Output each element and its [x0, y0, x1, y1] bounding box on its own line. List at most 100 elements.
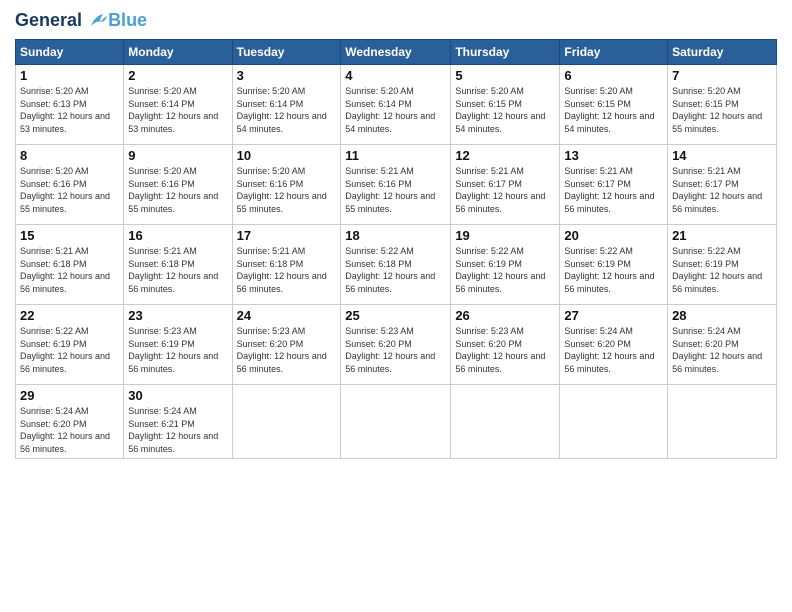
col-header-sunday: Sunday — [16, 40, 124, 65]
day-number: 20 — [564, 228, 663, 243]
logo: General Blue — [15, 10, 147, 31]
day-info: Sunrise: 5:21 AM Sunset: 6:17 PM Dayligh… — [672, 165, 772, 215]
day-number: 19 — [455, 228, 555, 243]
day-number: 18 — [345, 228, 446, 243]
calendar-week-2: 8 Sunrise: 5:20 AM Sunset: 6:16 PM Dayli… — [16, 145, 777, 225]
day-info: Sunrise: 5:24 AM Sunset: 6:21 PM Dayligh… — [128, 405, 227, 455]
col-header-thursday: Thursday — [451, 40, 560, 65]
day-number: 23 — [128, 308, 227, 323]
calendar-header-row: SundayMondayTuesdayWednesdayThursdayFrid… — [16, 40, 777, 65]
day-info: Sunrise: 5:21 AM Sunset: 6:17 PM Dayligh… — [564, 165, 663, 215]
page: General Blue SundayMondayTuesdayWednesda… — [0, 0, 792, 612]
calendar-cell: 9 Sunrise: 5:20 AM Sunset: 6:16 PM Dayli… — [124, 145, 232, 225]
day-number: 12 — [455, 148, 555, 163]
calendar-week-3: 15 Sunrise: 5:21 AM Sunset: 6:18 PM Dayl… — [16, 225, 777, 305]
calendar-cell: 14 Sunrise: 5:21 AM Sunset: 6:17 PM Dayl… — [668, 145, 777, 225]
calendar-cell: 30 Sunrise: 5:24 AM Sunset: 6:21 PM Dayl… — [124, 385, 232, 459]
calendar-cell — [668, 385, 777, 459]
calendar-cell: 1 Sunrise: 5:20 AM Sunset: 6:13 PM Dayli… — [16, 65, 124, 145]
calendar-cell: 13 Sunrise: 5:21 AM Sunset: 6:17 PM Dayl… — [560, 145, 668, 225]
calendar-cell: 24 Sunrise: 5:23 AM Sunset: 6:20 PM Dayl… — [232, 305, 341, 385]
day-info: Sunrise: 5:20 AM Sunset: 6:16 PM Dayligh… — [20, 165, 119, 215]
calendar-cell: 26 Sunrise: 5:23 AM Sunset: 6:20 PM Dayl… — [451, 305, 560, 385]
day-info: Sunrise: 5:21 AM Sunset: 6:18 PM Dayligh… — [128, 245, 227, 295]
day-number: 17 — [237, 228, 337, 243]
calendar-cell — [341, 385, 451, 459]
day-info: Sunrise: 5:24 AM Sunset: 6:20 PM Dayligh… — [672, 325, 772, 375]
day-info: Sunrise: 5:22 AM Sunset: 6:19 PM Dayligh… — [564, 245, 663, 295]
calendar-cell: 12 Sunrise: 5:21 AM Sunset: 6:17 PM Dayl… — [451, 145, 560, 225]
day-info: Sunrise: 5:23 AM Sunset: 6:20 PM Dayligh… — [455, 325, 555, 375]
calendar-cell: 16 Sunrise: 5:21 AM Sunset: 6:18 PM Dayl… — [124, 225, 232, 305]
day-number: 14 — [672, 148, 772, 163]
calendar-cell: 19 Sunrise: 5:22 AM Sunset: 6:19 PM Dayl… — [451, 225, 560, 305]
col-header-tuesday: Tuesday — [232, 40, 341, 65]
day-info: Sunrise: 5:20 AM Sunset: 6:14 PM Dayligh… — [237, 85, 337, 135]
calendar-cell: 11 Sunrise: 5:21 AM Sunset: 6:16 PM Dayl… — [341, 145, 451, 225]
day-info: Sunrise: 5:21 AM Sunset: 6:18 PM Dayligh… — [237, 245, 337, 295]
day-number: 29 — [20, 388, 119, 403]
calendar-cell: 5 Sunrise: 5:20 AM Sunset: 6:15 PM Dayli… — [451, 65, 560, 145]
calendar-table: SundayMondayTuesdayWednesdayThursdayFrid… — [15, 39, 777, 459]
day-number: 2 — [128, 68, 227, 83]
col-header-wednesday: Wednesday — [341, 40, 451, 65]
calendar-cell: 2 Sunrise: 5:20 AM Sunset: 6:14 PM Dayli… — [124, 65, 232, 145]
day-info: Sunrise: 5:22 AM Sunset: 6:19 PM Dayligh… — [20, 325, 119, 375]
calendar-cell: 18 Sunrise: 5:22 AM Sunset: 6:18 PM Dayl… — [341, 225, 451, 305]
day-number: 13 — [564, 148, 663, 163]
day-info: Sunrise: 5:21 AM Sunset: 6:16 PM Dayligh… — [345, 165, 446, 215]
day-number: 25 — [345, 308, 446, 323]
day-number: 16 — [128, 228, 227, 243]
calendar-cell: 7 Sunrise: 5:20 AM Sunset: 6:15 PM Dayli… — [668, 65, 777, 145]
day-info: Sunrise: 5:20 AM Sunset: 6:16 PM Dayligh… — [237, 165, 337, 215]
calendar-cell: 22 Sunrise: 5:22 AM Sunset: 6:19 PM Dayl… — [16, 305, 124, 385]
day-info: Sunrise: 5:20 AM Sunset: 6:15 PM Dayligh… — [455, 85, 555, 135]
day-info: Sunrise: 5:20 AM Sunset: 6:14 PM Dayligh… — [345, 85, 446, 135]
calendar-week-1: 1 Sunrise: 5:20 AM Sunset: 6:13 PM Dayli… — [16, 65, 777, 145]
col-header-saturday: Saturday — [668, 40, 777, 65]
day-number: 1 — [20, 68, 119, 83]
day-info: Sunrise: 5:20 AM Sunset: 6:14 PM Dayligh… — [128, 85, 227, 135]
day-number: 30 — [128, 388, 227, 403]
day-number: 6 — [564, 68, 663, 83]
day-number: 24 — [237, 308, 337, 323]
day-info: Sunrise: 5:23 AM Sunset: 6:19 PM Dayligh… — [128, 325, 227, 375]
calendar-cell: 29 Sunrise: 5:24 AM Sunset: 6:20 PM Dayl… — [16, 385, 124, 459]
calendar-cell: 17 Sunrise: 5:21 AM Sunset: 6:18 PM Dayl… — [232, 225, 341, 305]
calendar-cell: 27 Sunrise: 5:24 AM Sunset: 6:20 PM Dayl… — [560, 305, 668, 385]
day-number: 5 — [455, 68, 555, 83]
day-info: Sunrise: 5:20 AM Sunset: 6:16 PM Dayligh… — [128, 165, 227, 215]
day-number: 9 — [128, 148, 227, 163]
calendar-cell — [232, 385, 341, 459]
day-number: 28 — [672, 308, 772, 323]
day-info: Sunrise: 5:21 AM Sunset: 6:18 PM Dayligh… — [20, 245, 119, 295]
day-number: 10 — [237, 148, 337, 163]
calendar-cell: 4 Sunrise: 5:20 AM Sunset: 6:14 PM Dayli… — [341, 65, 451, 145]
day-info: Sunrise: 5:23 AM Sunset: 6:20 PM Dayligh… — [345, 325, 446, 375]
day-info: Sunrise: 5:20 AM Sunset: 6:15 PM Dayligh… — [672, 85, 772, 135]
day-info: Sunrise: 5:22 AM Sunset: 6:19 PM Dayligh… — [672, 245, 772, 295]
day-info: Sunrise: 5:20 AM Sunset: 6:15 PM Dayligh… — [564, 85, 663, 135]
col-header-monday: Monday — [124, 40, 232, 65]
day-number: 4 — [345, 68, 446, 83]
day-info: Sunrise: 5:24 AM Sunset: 6:20 PM Dayligh… — [564, 325, 663, 375]
calendar-cell: 10 Sunrise: 5:20 AM Sunset: 6:16 PM Dayl… — [232, 145, 341, 225]
calendar-cell: 3 Sunrise: 5:20 AM Sunset: 6:14 PM Dayli… — [232, 65, 341, 145]
calendar-cell — [451, 385, 560, 459]
day-number: 8 — [20, 148, 119, 163]
day-number: 15 — [20, 228, 119, 243]
calendar-cell: 23 Sunrise: 5:23 AM Sunset: 6:19 PM Dayl… — [124, 305, 232, 385]
logo-bird-icon — [89, 12, 107, 30]
calendar-cell: 6 Sunrise: 5:20 AM Sunset: 6:15 PM Dayli… — [560, 65, 668, 145]
day-number: 21 — [672, 228, 772, 243]
header: General Blue — [15, 10, 777, 31]
day-info: Sunrise: 5:23 AM Sunset: 6:20 PM Dayligh… — [237, 325, 337, 375]
day-number: 27 — [564, 308, 663, 323]
day-number: 11 — [345, 148, 446, 163]
calendar-cell: 15 Sunrise: 5:21 AM Sunset: 6:18 PM Dayl… — [16, 225, 124, 305]
col-header-friday: Friday — [560, 40, 668, 65]
day-number: 7 — [672, 68, 772, 83]
day-info: Sunrise: 5:24 AM Sunset: 6:20 PM Dayligh… — [20, 405, 119, 455]
day-number: 22 — [20, 308, 119, 323]
logo-blue: Blue — [108, 10, 147, 31]
